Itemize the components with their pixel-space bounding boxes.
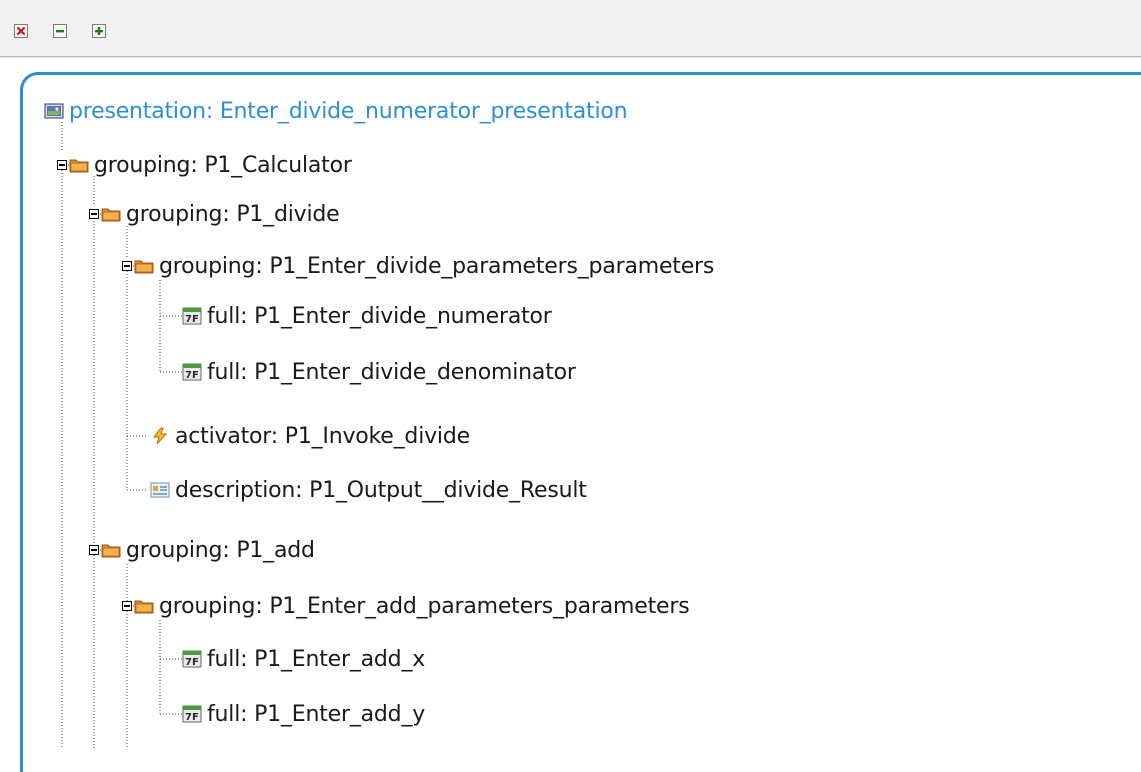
tree-node-label: full: P1_Enter_divide_numerator bbox=[207, 303, 552, 329]
folder-icon bbox=[101, 205, 121, 223]
minus-icon bbox=[56, 30, 64, 33]
svg-text:F: F bbox=[192, 314, 199, 325]
tree-node-description[interactable]: description: P1_Output__divide_Result bbox=[150, 476, 587, 504]
tree-node-full[interactable]: 7 F full: P1_Enter_add_x bbox=[182, 645, 425, 673]
folder-icon bbox=[134, 257, 154, 275]
svg-text:F: F bbox=[192, 370, 199, 381]
tree-node-label: activator: P1_Invoke_divide bbox=[175, 423, 470, 449]
field-icon: 7 F bbox=[182, 650, 202, 668]
tree-node-label: description: P1_Output__divide_Result bbox=[175, 477, 587, 503]
toolbar bbox=[0, 0, 1141, 57]
svg-text:7: 7 bbox=[185, 314, 192, 325]
lightning-icon bbox=[150, 427, 170, 445]
tree-node-label: full: P1_Enter_add_x bbox=[207, 646, 426, 672]
tree-node-label: full: P1_Enter_add_y bbox=[207, 701, 426, 727]
field-icon: 7 F bbox=[182, 363, 202, 381]
tree-node-label: grouping: P1_Enter_add_parameters_parame… bbox=[159, 593, 690, 619]
presentation-icon bbox=[44, 102, 64, 120]
collapse-button[interactable] bbox=[53, 24, 67, 38]
tree-node-full[interactable]: 7 F full: P1_Enter_divide_denominator bbox=[182, 358, 576, 386]
folder-icon bbox=[134, 597, 154, 615]
tree-node-grouping[interactable]: grouping: P1_divide bbox=[89, 200, 340, 228]
collapse-toggle-icon[interactable] bbox=[89, 209, 99, 219]
tree-node-label: grouping: P1_add bbox=[126, 537, 315, 563]
tree-node-full[interactable]: 7 F full: P1_Enter_add_y bbox=[182, 700, 425, 728]
svg-text:F: F bbox=[192, 657, 199, 668]
tree-node-label: full: P1_Enter_divide_denominator bbox=[207, 359, 576, 385]
folder-icon bbox=[101, 541, 121, 559]
collapse-toggle-icon[interactable] bbox=[122, 601, 132, 611]
collapse-toggle-icon[interactable] bbox=[57, 160, 67, 170]
delete-button[interactable] bbox=[14, 24, 28, 38]
close-icon bbox=[16, 26, 26, 36]
tree-node-label: grouping: P1_Enter_divide_parameters_par… bbox=[159, 253, 715, 279]
plus-icon bbox=[95, 27, 103, 35]
tree-node-grouping[interactable]: grouping: P1_Calculator bbox=[57, 151, 352, 179]
svg-text:F: F bbox=[192, 712, 199, 723]
tree-node-label: grouping: P1_divide bbox=[126, 201, 340, 227]
tree-node-activator[interactable]: activator: P1_Invoke_divide bbox=[150, 422, 470, 450]
svg-text:7: 7 bbox=[185, 657, 192, 668]
field-icon: 7 F bbox=[182, 705, 202, 723]
tree-node-label: presentation: Enter_divide_numerator_pre… bbox=[69, 98, 628, 124]
folder-icon bbox=[69, 156, 89, 174]
tree-node-grouping[interactable]: grouping: P1_Enter_divide_parameters_par… bbox=[122, 252, 714, 280]
tree-node-label: grouping: P1_Calculator bbox=[94, 152, 352, 178]
expand-button[interactable] bbox=[92, 24, 106, 38]
svg-text:7: 7 bbox=[185, 712, 192, 723]
collapse-toggle-icon[interactable] bbox=[89, 545, 99, 555]
description-icon bbox=[150, 481, 170, 499]
tree-node-grouping[interactable]: grouping: P1_Enter_add_parameters_parame… bbox=[122, 592, 690, 620]
collapse-toggle-icon[interactable] bbox=[122, 261, 132, 271]
svg-text:7: 7 bbox=[185, 370, 192, 381]
tree-node-full[interactable]: 7 F full: P1_Enter_divide_numerator bbox=[182, 302, 552, 330]
tree-node-presentation[interactable]: presentation: Enter_divide_numerator_pre… bbox=[44, 97, 628, 125]
field-icon: 7 F bbox=[182, 307, 202, 325]
tree-node-grouping[interactable]: grouping: P1_add bbox=[89, 536, 315, 564]
